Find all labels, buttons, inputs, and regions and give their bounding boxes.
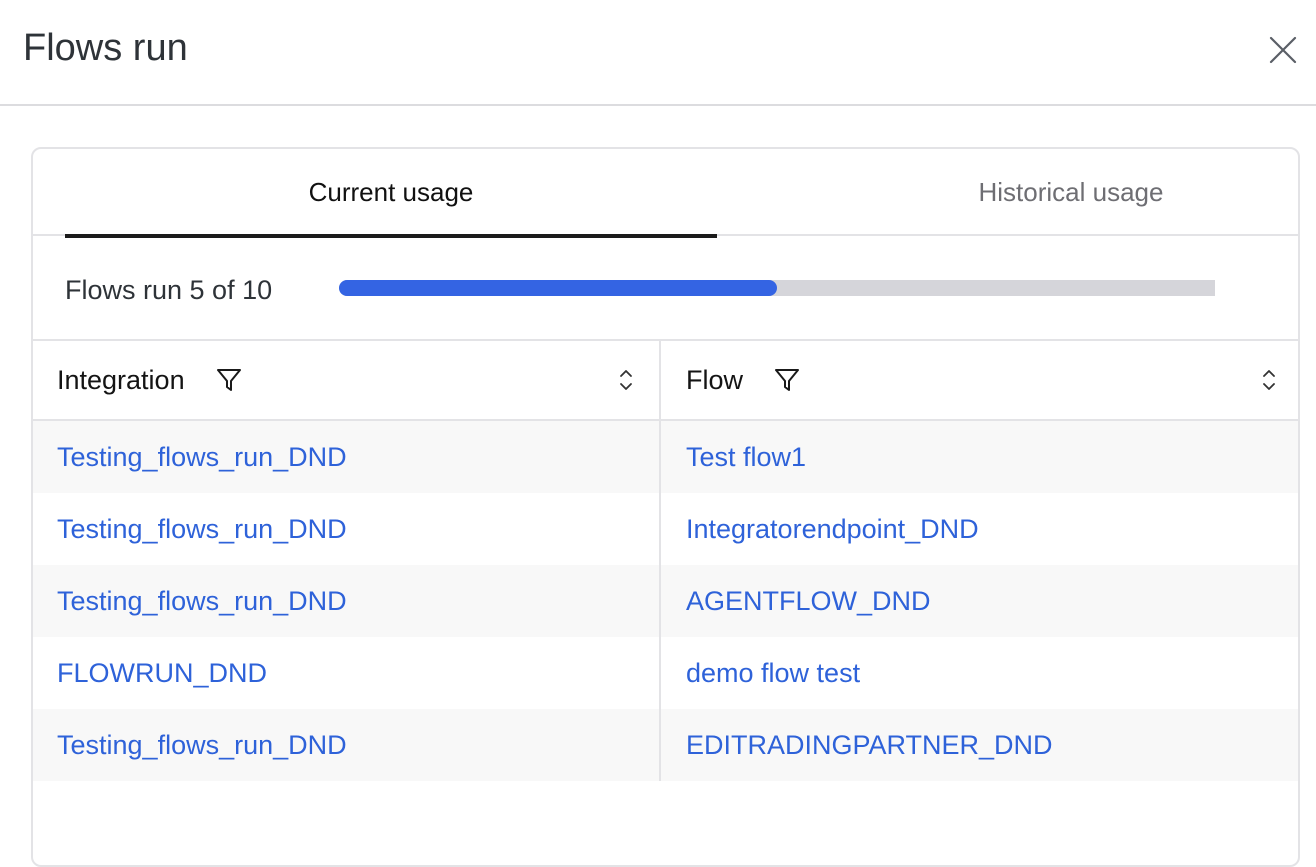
integration-cell: Testing_flows_run_DND: [33, 709, 661, 781]
table-row: Testing_flows_run_DND Integratorendpoint…: [33, 493, 1298, 565]
flow-link[interactable]: Test flow1: [686, 442, 806, 473]
dialog-title: Flows run: [23, 27, 188, 69]
integration-link[interactable]: Testing_flows_run_DND: [57, 514, 347, 545]
integration-cell: Testing_flows_run_DND: [33, 565, 661, 637]
column-header-flow[interactable]: Flow: [661, 341, 1298, 419]
usage-card: Current usage Historical usage Flows run…: [31, 147, 1300, 867]
table-row: Testing_flows_run_DND EDITRADINGPARTNER_…: [33, 709, 1298, 781]
integration-link[interactable]: FLOWRUN_DND: [57, 658, 267, 689]
table-header: Integration Flow: [33, 341, 1298, 421]
flow-cell: demo flow test: [661, 637, 1298, 709]
usage-progress-fill: [339, 280, 777, 296]
table-row: Testing_flows_run_DND Test flow1: [33, 421, 1298, 493]
column-label-flow: Flow: [686, 364, 744, 395]
flow-link[interactable]: EDITRADINGPARTNER_DND: [686, 730, 1053, 761]
flow-cell: EDITRADINGPARTNER_DND: [661, 709, 1298, 781]
sort-icon[interactable]: [619, 367, 633, 393]
integration-cell: FLOWRUN_DND: [33, 637, 661, 709]
integration-link[interactable]: Testing_flows_run_DND: [57, 442, 347, 473]
integration-link[interactable]: Testing_flows_run_DND: [57, 586, 347, 617]
dialog-header: Flows run: [0, 0, 1316, 106]
filter-icon[interactable]: [215, 366, 243, 394]
usage-label: Flows run 5 of 10: [65, 275, 273, 305]
column-label-integration: Integration: [57, 364, 185, 395]
close-button[interactable]: [1266, 33, 1300, 67]
flows-table: Integration Flow Testing_flows_run_DND T…: [33, 341, 1298, 781]
flow-link[interactable]: AGENTFLOW_DND: [686, 586, 931, 617]
flow-link[interactable]: demo flow test: [686, 658, 860, 689]
usage-progress-bar: [339, 280, 1215, 296]
column-header-integration[interactable]: Integration: [33, 341, 661, 419]
tab-current-usage[interactable]: Current usage: [65, 149, 717, 238]
integration-link[interactable]: Testing_flows_run_DND: [57, 730, 347, 761]
flow-cell: Test flow1: [661, 421, 1298, 493]
close-icon: [1269, 36, 1297, 64]
tab-bar: Current usage Historical usage: [33, 149, 1298, 238]
table-row: FLOWRUN_DND demo flow test: [33, 637, 1298, 709]
filter-icon[interactable]: [773, 366, 801, 394]
flow-cell: Integratorendpoint_DND: [661, 493, 1298, 565]
flow-link[interactable]: Integratorendpoint_DND: [686, 514, 979, 545]
usage-summary: Flows run 5 of 10: [33, 238, 1298, 341]
sort-icon[interactable]: [1262, 367, 1276, 393]
flow-cell: AGENTFLOW_DND: [661, 565, 1298, 637]
tab-historical-usage[interactable]: Historical usage: [721, 149, 1298, 236]
integration-cell: Testing_flows_run_DND: [33, 421, 661, 493]
integration-cell: Testing_flows_run_DND: [33, 493, 661, 565]
table-row: Testing_flows_run_DND AGENTFLOW_DND: [33, 565, 1298, 637]
